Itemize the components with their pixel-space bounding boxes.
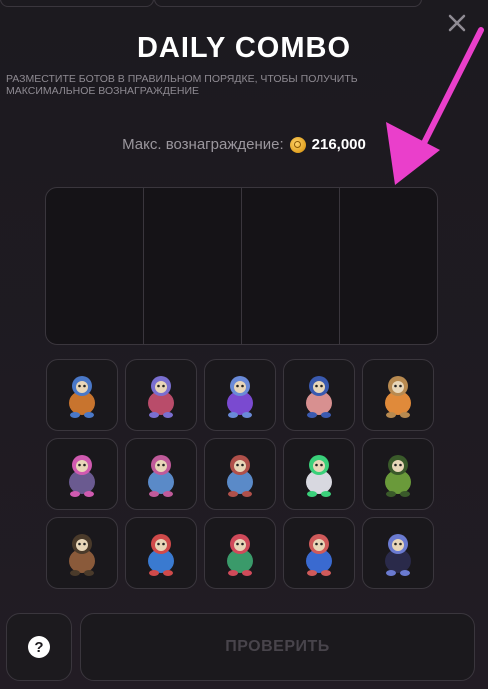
help-icon: ?: [28, 636, 50, 658]
page-title: DAILY COMBO: [136, 32, 352, 64]
tab-left[interactable]: [0, 0, 154, 7]
bot-card[interactable]: [204, 517, 276, 589]
combo-slot-4[interactable]: [340, 188, 437, 344]
bot-drone-icon: [306, 455, 332, 497]
bot-card[interactable]: [125, 517, 197, 589]
bot-card[interactable]: [46, 517, 118, 589]
bot-card[interactable]: [283, 359, 355, 431]
combo-slot-3[interactable]: [242, 188, 340, 344]
bot-spider-green-icon: [385, 455, 411, 497]
close-icon: [448, 14, 466, 32]
tab-middle[interactable]: [154, 0, 422, 7]
bot-card[interactable]: [125, 438, 197, 510]
bot-penguin-blue-icon: [306, 534, 332, 576]
max-reward-label: Макс. вознаграждение:: [122, 136, 284, 153]
bot-card[interactable]: [46, 359, 118, 431]
bot-hamster-helmet-icon: [306, 376, 332, 418]
bot-card[interactable]: [125, 359, 197, 431]
bot-cat-icon: [69, 455, 95, 497]
combo-slot-2[interactable]: [144, 188, 242, 344]
page-subtitle: РАЗМЕСТИТЕ БОТОВ В ПРАВИЛЬНОМ ПОРЯДКЕ, Ч…: [6, 73, 358, 97]
bot-cactus-robot-icon: [227, 455, 253, 497]
max-reward: Макс. вознаграждение: 216,000: [0, 136, 488, 153]
bot-card[interactable]: [362, 438, 434, 510]
max-reward-value: 216,000: [311, 136, 366, 153]
check-button[interactable]: ПРОВЕРИТЬ: [80, 613, 475, 681]
bot-dog-hat-icon: [385, 376, 411, 418]
combo-slots: [45, 187, 438, 345]
bot-card[interactable]: [204, 359, 276, 431]
bot-card[interactable]: [283, 517, 355, 589]
combo-slot-1[interactable]: [46, 188, 144, 344]
bot-panther-icon: [385, 534, 411, 576]
coin-icon: [289, 136, 306, 153]
bot-penguin-red-icon: [148, 534, 174, 576]
close-button[interactable]: [446, 12, 468, 34]
help-button[interactable]: ?: [6, 613, 72, 681]
top-tabs: [0, 0, 488, 8]
bot-astronaut-purple-icon: [227, 376, 253, 418]
bot-card[interactable]: [46, 438, 118, 510]
bot-card[interactable]: [283, 438, 355, 510]
bot-card[interactable]: [204, 438, 276, 510]
bot-card[interactable]: [362, 517, 434, 589]
bot-astronaut-orange-icon: [69, 376, 95, 418]
bot-astronaut-pink-icon: [148, 376, 174, 418]
bot-cactus-pink-icon: [148, 455, 174, 497]
bot-penguin-green-icon: [227, 534, 253, 576]
bot-card[interactable]: [362, 359, 434, 431]
bot-spider-brown-icon: [69, 534, 95, 576]
bot-grid: [46, 359, 434, 589]
